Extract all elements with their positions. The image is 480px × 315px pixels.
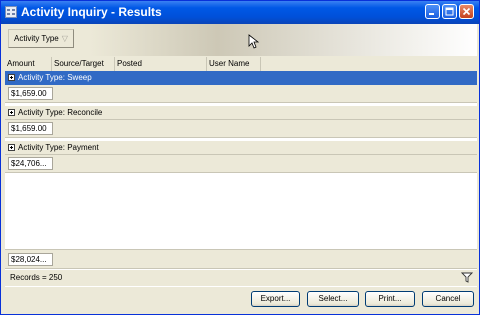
group-subtotal: $24,706... [8, 157, 53, 170]
maximize-icon [445, 7, 454, 16]
column-header-amount[interactable]: Amount [5, 57, 52, 71]
records-count: Records = 250 [10, 273, 63, 282]
group-subtotal: $1,659.00 [8, 122, 53, 135]
print-button[interactable]: Print... [365, 291, 415, 307]
window-title: Activity Inquiry - Results [21, 5, 162, 19]
close-icon [462, 7, 471, 16]
group-by-chip-activity-type[interactable]: Activity Type ▽ [8, 29, 74, 48]
group-row-sweep[interactable]: Activity Type: Sweep [5, 71, 477, 85]
close-button[interactable] [459, 4, 474, 19]
minimize-button[interactable] [425, 4, 440, 19]
expand-icon[interactable] [8, 109, 15, 116]
grand-total: $28,024... [8, 253, 53, 266]
group-row-label: Activity Type: Sweep [18, 73, 92, 82]
select-button[interactable]: Select... [307, 291, 359, 307]
column-header-user-name[interactable]: User Name [207, 57, 261, 71]
minimize-icon [429, 13, 434, 15]
maximize-button[interactable] [442, 4, 457, 19]
group-row-reconcile[interactable]: Activity Type: Reconcile [5, 106, 477, 120]
column-header-posted[interactable]: Posted [115, 57, 207, 71]
group-row-label: Activity Type: Reconcile [18, 108, 103, 117]
status-bar: Records = 250 [5, 269, 477, 287]
grand-total-row: $28,024... [5, 249, 477, 269]
expand-icon[interactable] [8, 144, 15, 151]
mouse-cursor-icon [248, 34, 259, 49]
filter-icon[interactable]: ▽ [62, 34, 68, 43]
cancel-button[interactable]: Cancel [422, 291, 474, 307]
group-row-payment[interactable]: Activity Type: Payment [5, 141, 477, 155]
column-headers: Amount Source/Target Posted User Name [5, 57, 477, 72]
app-window: Activity Inquiry - Results Activity Type… [0, 0, 480, 315]
column-header-source-target[interactable]: Source/Target [52, 57, 115, 71]
export-button[interactable]: Export... [251, 291, 300, 307]
window-app-icon [5, 6, 17, 18]
group-by-area: Activity Type ▽ [5, 24, 477, 56]
filter-funnel-icon[interactable] [461, 272, 473, 283]
group-summary-row: $1,659.00 [5, 85, 477, 103]
group-row-label: Activity Type: Payment [18, 143, 99, 152]
title-bar[interactable]: Activity Inquiry - Results [1, 1, 479, 24]
group-summary-row: $1,659.00 [5, 120, 477, 138]
group-summary-row: $24,706... [5, 155, 477, 173]
expand-icon[interactable] [8, 74, 15, 81]
group-subtotal: $1,659.00 [8, 87, 53, 100]
results-grid[interactable]: Activity Type: Sweep $1,659.00 Activity … [5, 71, 477, 269]
group-by-chip-label: Activity Type [14, 34, 59, 43]
